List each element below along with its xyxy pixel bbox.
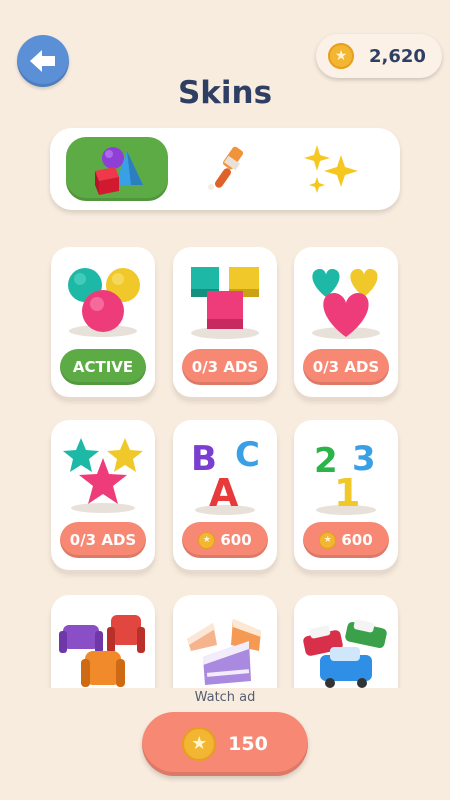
coin-icon: ★ xyxy=(328,43,354,69)
skin-card-numbers[interactable]: 2 3 1 ★ 600 xyxy=(294,420,398,570)
paint-brush-icon xyxy=(208,146,244,190)
tab-shapes[interactable] xyxy=(66,137,168,201)
skin-card-letters[interactable]: B C A ★ 600 xyxy=(173,420,277,570)
coin-icon: ★ xyxy=(198,531,216,549)
skin-card-cars[interactable] xyxy=(294,595,398,688)
skin-buy-button[interactable]: ★ 600 xyxy=(182,522,268,558)
cubes-skin-icon xyxy=(191,267,259,339)
cars-skin-icon xyxy=(303,619,387,688)
digit-1: 1 xyxy=(334,471,360,515)
sparkles-icon xyxy=(304,145,358,193)
letter-c: C xyxy=(235,435,260,475)
reward-amount: 150 xyxy=(228,733,268,755)
letter-a: A xyxy=(209,471,239,515)
balls-skin-icon xyxy=(68,268,140,337)
tab-brush[interactable] xyxy=(174,137,276,201)
coin-icon: ★ xyxy=(319,531,337,549)
skin-card-balls[interactable]: ACTIVE xyxy=(51,247,155,397)
skin-ads-button[interactable]: 0/3 ADS xyxy=(60,522,146,558)
skin-active-button[interactable]: ACTIVE xyxy=(60,349,146,385)
watch-ad-button[interactable]: ★ 150 xyxy=(142,712,308,776)
arrow-left-icon xyxy=(30,50,55,72)
furniture-skin-icon xyxy=(59,615,145,687)
page-title: Skins xyxy=(177,75,273,111)
cakes-skin-icon xyxy=(187,619,261,685)
letters-skin-icon: B C A xyxy=(191,435,260,515)
skin-price: 600 xyxy=(220,531,252,549)
watch-ad-label: Watch ad xyxy=(194,690,256,705)
skin-card-stars[interactable]: 0/3 ADS xyxy=(51,420,155,570)
tab-effects[interactable] xyxy=(282,137,384,201)
skin-card-cakes[interactable] xyxy=(173,595,277,688)
skin-card-furniture[interactable] xyxy=(51,595,155,688)
hearts-skin-icon xyxy=(312,269,380,339)
skin-card-cubes[interactable]: 0/3 ADS xyxy=(173,247,277,397)
shapes-icon xyxy=(95,147,143,195)
skin-ads-button[interactable]: 0/3 ADS xyxy=(303,349,389,385)
skin-category-tabs xyxy=(50,128,400,210)
skins-grid: ACTIVE 0/3 ADS 0/3 ADS 0/3 ADS B C A ★ 6… xyxy=(0,230,450,688)
skin-buy-button[interactable]: ★ 600 xyxy=(303,522,389,558)
skin-ads-button[interactable]: 0/3 ADS xyxy=(182,349,268,385)
numbers-skin-icon: 2 3 1 xyxy=(314,439,376,515)
coin-icon: ★ xyxy=(182,727,217,761)
coin-count: 2,620 xyxy=(369,45,426,67)
coin-balance: ★ 2,620 xyxy=(316,34,442,78)
skin-card-hearts[interactable]: 0/3 ADS xyxy=(294,247,398,397)
skin-price: 600 xyxy=(341,531,373,549)
stars-skin-icon xyxy=(63,438,143,513)
